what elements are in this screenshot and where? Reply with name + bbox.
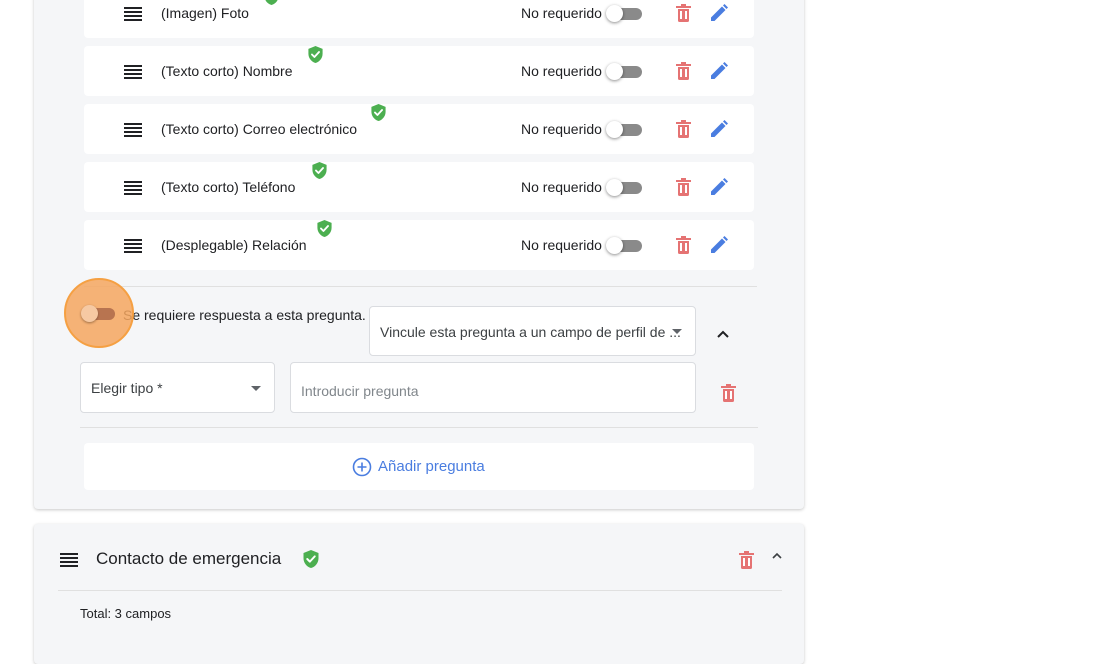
verified-shield-icon [371, 104, 386, 121]
required-toggle[interactable] [606, 179, 642, 196]
drag-handle-icon[interactable] [124, 181, 142, 195]
required-status-text: No requerido [521, 179, 602, 195]
form-section-card: (Imagen) Foto No requerido (Texto corto)… [34, 0, 804, 509]
verified-shield-icon [317, 220, 332, 237]
required-toggle[interactable] [606, 5, 642, 22]
drag-handle-icon[interactable] [124, 239, 142, 253]
drag-handle-icon[interactable] [124, 7, 142, 21]
total-fields-label: Total: 3 campos [80, 606, 172, 621]
required-status-text: No requerido [521, 237, 602, 253]
delete-icon[interactable] [676, 178, 691, 196]
question-row: (Texto corto) Correo electrónico No requ… [84, 104, 754, 154]
delete-icon[interactable] [676, 120, 691, 138]
profile-field-link-placeholder: Vincule esta pregunta a un campo de perf… [380, 324, 681, 340]
verified-shield-icon [303, 550, 319, 568]
question-type-select[interactable]: Elegir tipo * [80, 362, 275, 413]
delete-icon[interactable] [676, 62, 691, 80]
question-row: (Imagen) Foto No requerido [84, 0, 754, 38]
delete-section-icon[interactable] [739, 551, 754, 569]
question-label: (Texto corto) Nombre [161, 63, 293, 79]
required-answer-label: Se requiere respuesta a esta pregunta. [123, 307, 366, 323]
dropdown-arrow-icon [672, 329, 682, 334]
question-row: (Desplegable) Relación No requerido [84, 220, 754, 270]
section-title: Contacto de emergencia [96, 549, 282, 568]
edit-icon[interactable] [710, 236, 728, 254]
question-type-label: Elegir tipo * [91, 380, 163, 396]
drag-handle-icon[interactable] [124, 65, 142, 79]
required-status-text: No requerido [521, 5, 602, 21]
delete-icon[interactable] [676, 236, 691, 254]
drag-handle-icon[interactable] [60, 553, 78, 567]
required-status-text: No requerido [521, 121, 602, 137]
profile-field-link-select[interactable]: Vincule esta pregunta a un campo de perf… [369, 306, 696, 356]
add-circle-icon [352, 457, 372, 477]
delete-question-icon[interactable] [721, 384, 736, 402]
form-section-card: Contacto de emergencia Total: 3 campos [34, 524, 804, 664]
question-text-input[interactable]: Introducir pregunta [290, 362, 696, 413]
chevron-up-icon[interactable] [772, 552, 782, 559]
delete-icon[interactable] [676, 4, 691, 22]
question-row: (Texto corto) Teléfono No requerido [84, 162, 754, 212]
divider [80, 427, 758, 428]
edit-icon[interactable] [710, 178, 728, 196]
edit-icon[interactable] [710, 62, 728, 80]
question-row: (Texto corto) Nombre No requerido [84, 46, 754, 96]
question-label: (Texto corto) Teléfono [161, 179, 296, 195]
required-toggle[interactable] [606, 237, 642, 254]
divider [58, 590, 782, 591]
verified-shield-icon [312, 162, 327, 179]
required-answer-toggle-overlay[interactable] [81, 305, 115, 322]
required-toggle[interactable] [606, 63, 642, 80]
divider [84, 286, 757, 287]
question-label: (Texto corto) Correo electrónico [161, 121, 358, 137]
add-question-label: Añadir pregunta [378, 458, 485, 475]
edit-icon[interactable] [710, 120, 728, 138]
edit-icon[interactable] [710, 4, 728, 22]
drag-handle-icon[interactable] [124, 123, 142, 137]
required-status-text: No requerido [521, 63, 602, 79]
question-input-placeholder: Introducir pregunta [301, 383, 419, 399]
dropdown-arrow-icon [251, 386, 261, 391]
required-toggle[interactable] [606, 121, 642, 138]
verified-shield-icon [308, 46, 323, 63]
question-label: (Desplegable) Relación [161, 237, 307, 253]
question-label: (Imagen) Foto [161, 5, 249, 21]
chevron-up-icon[interactable] [717, 330, 729, 338]
verified-shield-icon [265, 0, 278, 6]
add-question-button[interactable]: Añadir pregunta [84, 443, 754, 490]
